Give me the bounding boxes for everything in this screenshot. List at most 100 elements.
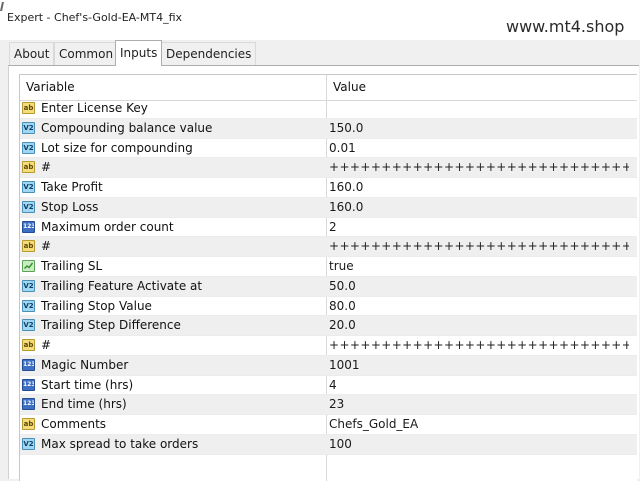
table-row[interactable]: 123 End time (hrs) 23 xyxy=(20,395,637,415)
variable-cell: V2 Compounding balance value xyxy=(20,119,326,138)
value-cell[interactable] xyxy=(327,99,629,118)
table-row[interactable]: ab Comments Chefs_Gold_EA xyxy=(20,415,637,435)
variable-name: Lot size for compounding xyxy=(41,140,193,155)
integer-type-icon: 123 xyxy=(22,398,35,411)
variable-name: # xyxy=(41,160,52,175)
table-row[interactable]: V2 Max spread to take orders 100 xyxy=(20,434,637,455)
string-type-icon: ab xyxy=(22,102,35,114)
table-row[interactable]: 123 Maximum order count 2 xyxy=(20,218,637,238)
table-row[interactable]: V2 Compounding balance value 150.0 xyxy=(20,118,637,139)
window-title: Expert - Chef's-Gold-EA-MT4_fix xyxy=(7,11,183,24)
double-type-icon: V2 xyxy=(22,299,35,312)
string-type-icon: ab xyxy=(22,418,35,430)
variable-cell: 123 Magic Number xyxy=(20,356,326,375)
double-type-icon: V2 xyxy=(22,141,35,154)
integer-type-icon: 123 xyxy=(22,378,35,391)
variable-cell: V2 Max spread to take orders xyxy=(20,435,326,454)
value-cell[interactable]: Chefs_Gold_EA xyxy=(327,415,629,434)
variable-cell: V2 Trailing Step Difference xyxy=(20,316,326,335)
table-row[interactable]: ab # +++++++++++++++++++++++++++++++++++++… xyxy=(20,158,637,178)
variable-name: Max spread to take orders xyxy=(41,436,199,451)
variable-name: Start time (hrs) xyxy=(41,377,134,392)
table-row[interactable]: V2 Trailing Step Difference 20.0 xyxy=(20,316,637,336)
variable-cell: ab Comments xyxy=(20,415,326,434)
value-cell[interactable]: 160.0 xyxy=(327,178,629,197)
tab-inputs[interactable]: Inputs xyxy=(115,40,163,66)
integer-type-icon: 123 xyxy=(22,358,35,371)
variable-name: Trailing Feature Activate at xyxy=(41,278,203,293)
title-bar: Expert - Chef's-Gold-EA-MT4_fix www.mt4.… xyxy=(0,0,640,40)
variable-name: Stop Loss xyxy=(41,199,99,214)
inputs-panel: Variable Value ab Enter License Key V2 Comp… xyxy=(8,65,639,481)
value-cell[interactable]: 50.0 xyxy=(327,277,629,296)
table-header: Variable Value xyxy=(20,75,637,101)
variable-cell: V2 Stop Loss xyxy=(20,198,326,217)
table-row[interactable]: V2 Take Profit 160.0 xyxy=(20,178,637,198)
variable-name: Comments xyxy=(41,417,107,431)
value-cell[interactable]: 80.0 xyxy=(327,297,629,316)
variable-cell: ab Enter License Key xyxy=(20,99,326,118)
tab-strip: About Common Inputs Dependencies xyxy=(9,40,629,66)
table-row[interactable]: V2 Stop Loss 160.0 xyxy=(20,197,637,218)
table-row[interactable]: V2 Trailing Feature Activate at 50.0 xyxy=(20,276,637,297)
integer-type-icon: 123 xyxy=(22,220,35,233)
variable-name: Compounding balance value xyxy=(41,120,213,135)
value-cell[interactable]: ++++++++++++++++++++++++++++++++++++++++ xyxy=(327,336,629,355)
header-variable[interactable]: Variable xyxy=(26,75,75,100)
variable-name: Maximum order count xyxy=(41,219,174,234)
variable-cell: V2 Trailing Stop Value xyxy=(20,297,326,316)
string-type-icon: ab xyxy=(22,240,35,253)
table-row[interactable]: ab Enter License Key xyxy=(20,99,637,119)
double-type-icon: V2 xyxy=(22,319,35,332)
variable-cell: 123 End time (hrs) xyxy=(20,395,326,414)
double-type-icon: V2 xyxy=(22,279,35,292)
app-icon xyxy=(0,2,4,11)
table-row[interactable]: V2 Trailing Stop Value 80.0 xyxy=(20,297,637,317)
header-value[interactable]: Value xyxy=(333,75,366,100)
variable-name: Take Profit xyxy=(41,180,103,194)
value-cell[interactable]: ++++++++++++++++++++++++++++++++++++++++ xyxy=(327,158,629,177)
value-cell[interactable]: 0.01 xyxy=(327,139,629,158)
value-cell[interactable]: 23 xyxy=(327,395,629,414)
variable-name: Magic Number xyxy=(41,357,129,372)
string-type-icon: ab xyxy=(22,161,35,174)
table-row[interactable]: 123 Magic Number 1001 xyxy=(20,355,637,376)
inputs-table: Variable Value ab Enter License Key V2 Comp… xyxy=(19,74,637,481)
table-row[interactable]: ab # +++++++++++++++++++++++++++++++++++++… xyxy=(20,237,637,257)
value-cell[interactable]: ++++++++++++++++++++++++++++++++++++++++ xyxy=(327,237,629,256)
value-cell[interactable]: 20.0 xyxy=(327,316,629,335)
variable-cell: V2 Trailing Feature Activate at xyxy=(20,277,326,296)
value-cell[interactable]: 150.0 xyxy=(327,119,629,138)
variable-name: Trailing Stop Value xyxy=(41,298,152,313)
tab-about[interactable]: About xyxy=(9,42,55,65)
tab-common[interactable]: Common xyxy=(54,42,119,65)
value-cell[interactable]: 160.0 xyxy=(327,198,629,217)
value-cell[interactable]: 100 xyxy=(327,435,629,454)
value-cell[interactable]: 1001 xyxy=(327,356,629,375)
table-row[interactable]: 123 Start time (hrs) 4 xyxy=(20,376,637,396)
variable-cell: ab # xyxy=(20,237,326,256)
table-row[interactable]: Trailing SL true xyxy=(20,257,637,277)
value-cell[interactable]: 4 xyxy=(327,376,629,395)
table-row[interactable]: V2 Lot size for compounding 0.01 xyxy=(20,139,637,159)
variable-cell: ab # xyxy=(20,336,326,355)
string-type-icon: ab xyxy=(22,339,35,351)
bool-type-icon xyxy=(22,260,35,272)
double-type-icon: V2 xyxy=(22,437,35,450)
variable-cell: Trailing SL xyxy=(20,257,326,276)
variable-name: # xyxy=(41,239,52,254)
variable-cell: V2 Lot size for compounding xyxy=(20,139,326,158)
value-cell[interactable]: true xyxy=(327,257,629,276)
value-cell[interactable]: 2 xyxy=(327,218,629,237)
table-body: ab Enter License Key V2 Compounding balance… xyxy=(20,99,637,455)
variable-name: # xyxy=(41,338,52,352)
double-type-icon: V2 xyxy=(22,121,35,134)
variable-name: End time (hrs) xyxy=(41,397,127,412)
variable-name: Trailing SL xyxy=(41,259,103,273)
table-row[interactable]: ab # +++++++++++++++++++++++++++++++++++++… xyxy=(20,336,637,356)
variable-cell: 123 Maximum order count xyxy=(20,218,326,237)
variable-cell: ab # xyxy=(20,158,326,177)
variable-name: Trailing Step Difference xyxy=(41,318,181,333)
tab-dependencies[interactable]: Dependencies xyxy=(161,42,257,65)
variable-name: Enter License Key xyxy=(41,101,148,115)
